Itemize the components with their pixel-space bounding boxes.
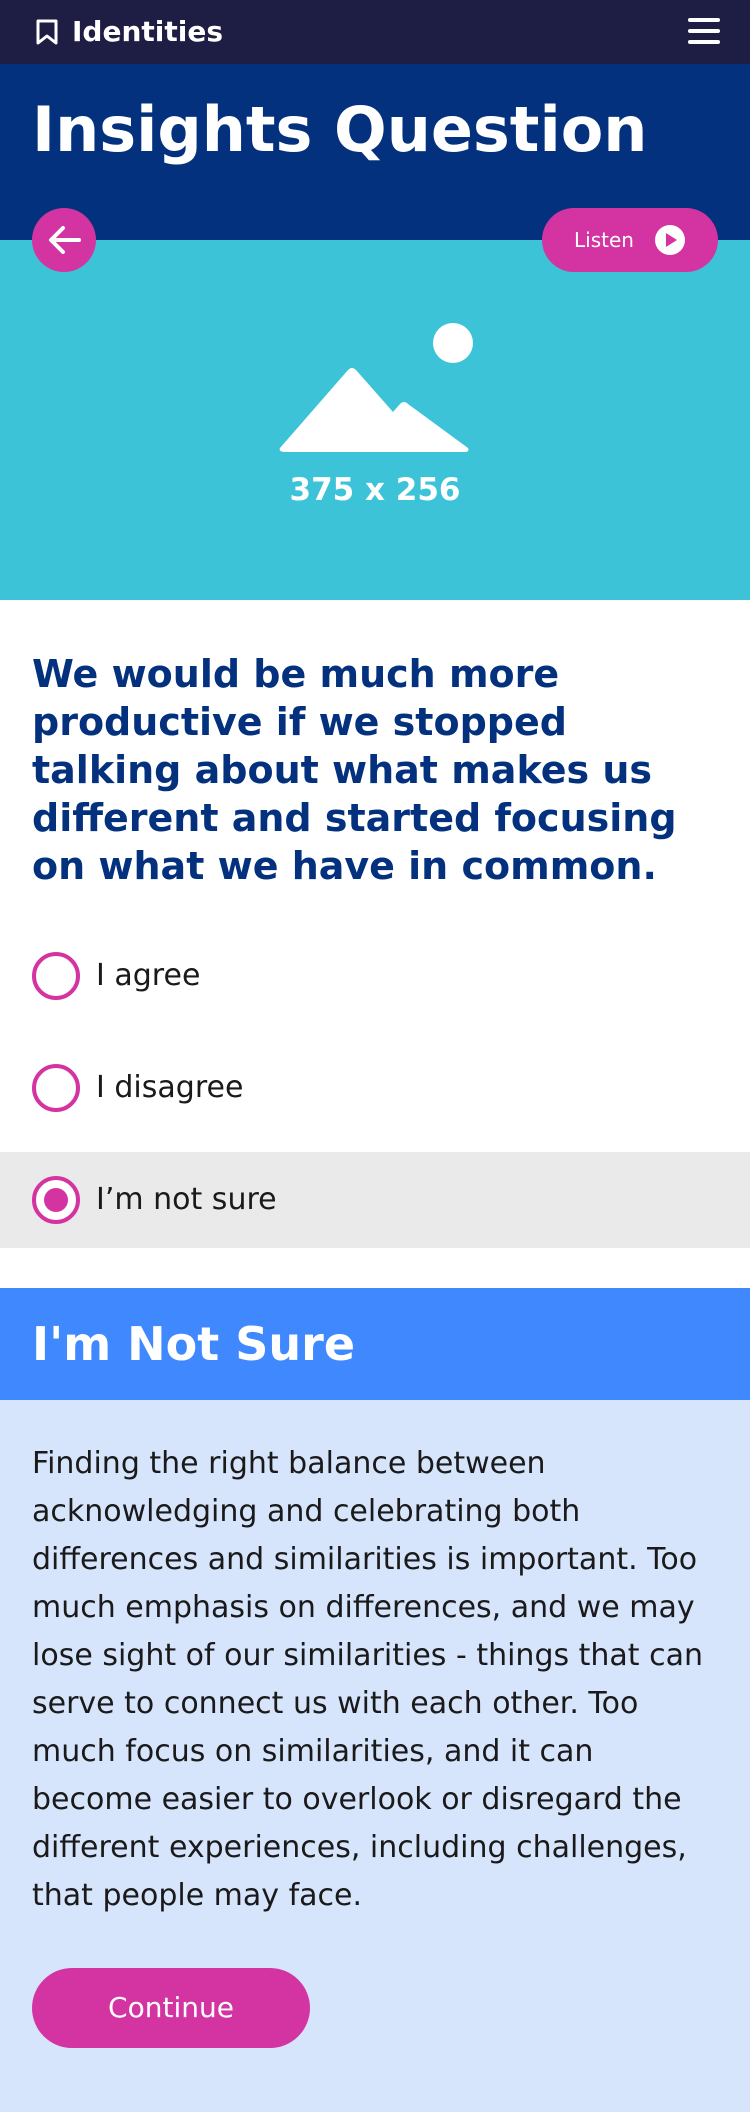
radio-button-selected[interactable] <box>32 1176 80 1224</box>
radio-button[interactable] <box>32 1064 80 1112</box>
back-button[interactable] <box>32 208 96 272</box>
continue-button-label: Continue <box>108 1991 234 2024</box>
image-placeholder-icon <box>279 323 473 452</box>
continue-button[interactable]: Continue <box>32 1968 310 2048</box>
arrow-left-icon <box>49 226 81 254</box>
listen-button[interactable]: Listen <box>542 208 718 272</box>
option-label: I agree <box>96 958 201 993</box>
top-navigation-bar: Identities <box>0 0 750 64</box>
hero-image-area: 375 x 256 <box>0 240 750 600</box>
answer-explanation: Finding the right balance between acknow… <box>32 1446 704 1913</box>
question-section: We would be much more productive if we s… <box>0 600 750 1288</box>
listen-button-label: Listen <box>574 228 634 252</box>
question-text: We would be much more productive if we s… <box>32 652 677 888</box>
page-title: Insights Question <box>32 93 648 166</box>
bookmark-icon[interactable] <box>34 18 60 46</box>
hamburger-menu-icon[interactable] <box>688 16 720 46</box>
answer-header: I'm Not Sure <box>0 1288 750 1400</box>
radio-button[interactable] <box>32 952 80 1000</box>
option-i-disagree[interactable]: I disagree <box>0 1040 750 1136</box>
app-brand-name[interactable]: Identities <box>72 14 223 50</box>
radio-selected-dot <box>44 1188 68 1212</box>
image-dimensions-label: 375 x 256 <box>289 472 461 508</box>
option-label: I disagree <box>96 1070 244 1105</box>
option-label: I’m not sure <box>96 1182 277 1217</box>
option-i-agree[interactable]: I agree <box>0 928 750 1024</box>
option-im-not-sure[interactable]: I’m not sure <box>0 1152 750 1248</box>
answer-title: I'm Not Sure <box>32 1317 356 1371</box>
play-icon <box>655 225 685 255</box>
